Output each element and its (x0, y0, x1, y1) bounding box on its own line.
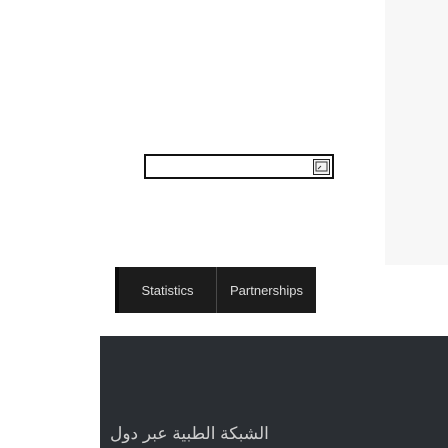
search-input[interactable] (148, 158, 316, 175)
tab-partnerships[interactable]: Partnerships (217, 267, 316, 313)
search-box (144, 154, 334, 179)
tab-statistics[interactable]: Statistics (119, 267, 217, 313)
search-button[interactable] (313, 159, 330, 175)
tabs-bar: Statistics Partnerships (115, 267, 316, 313)
info-panel: الشبكة الطبية عبر دول (100, 336, 448, 448)
info-panel-title: الشبكة الطبية عبر دول (110, 424, 269, 443)
tab-partnerships-label: Partnerships (230, 282, 303, 298)
tab-statistics-label: Statistics (141, 282, 194, 298)
side-panel (385, 0, 448, 265)
page: Statistics Partnerships الشبكة الطبية عب… (0, 0, 448, 448)
search-icon (314, 160, 329, 174)
